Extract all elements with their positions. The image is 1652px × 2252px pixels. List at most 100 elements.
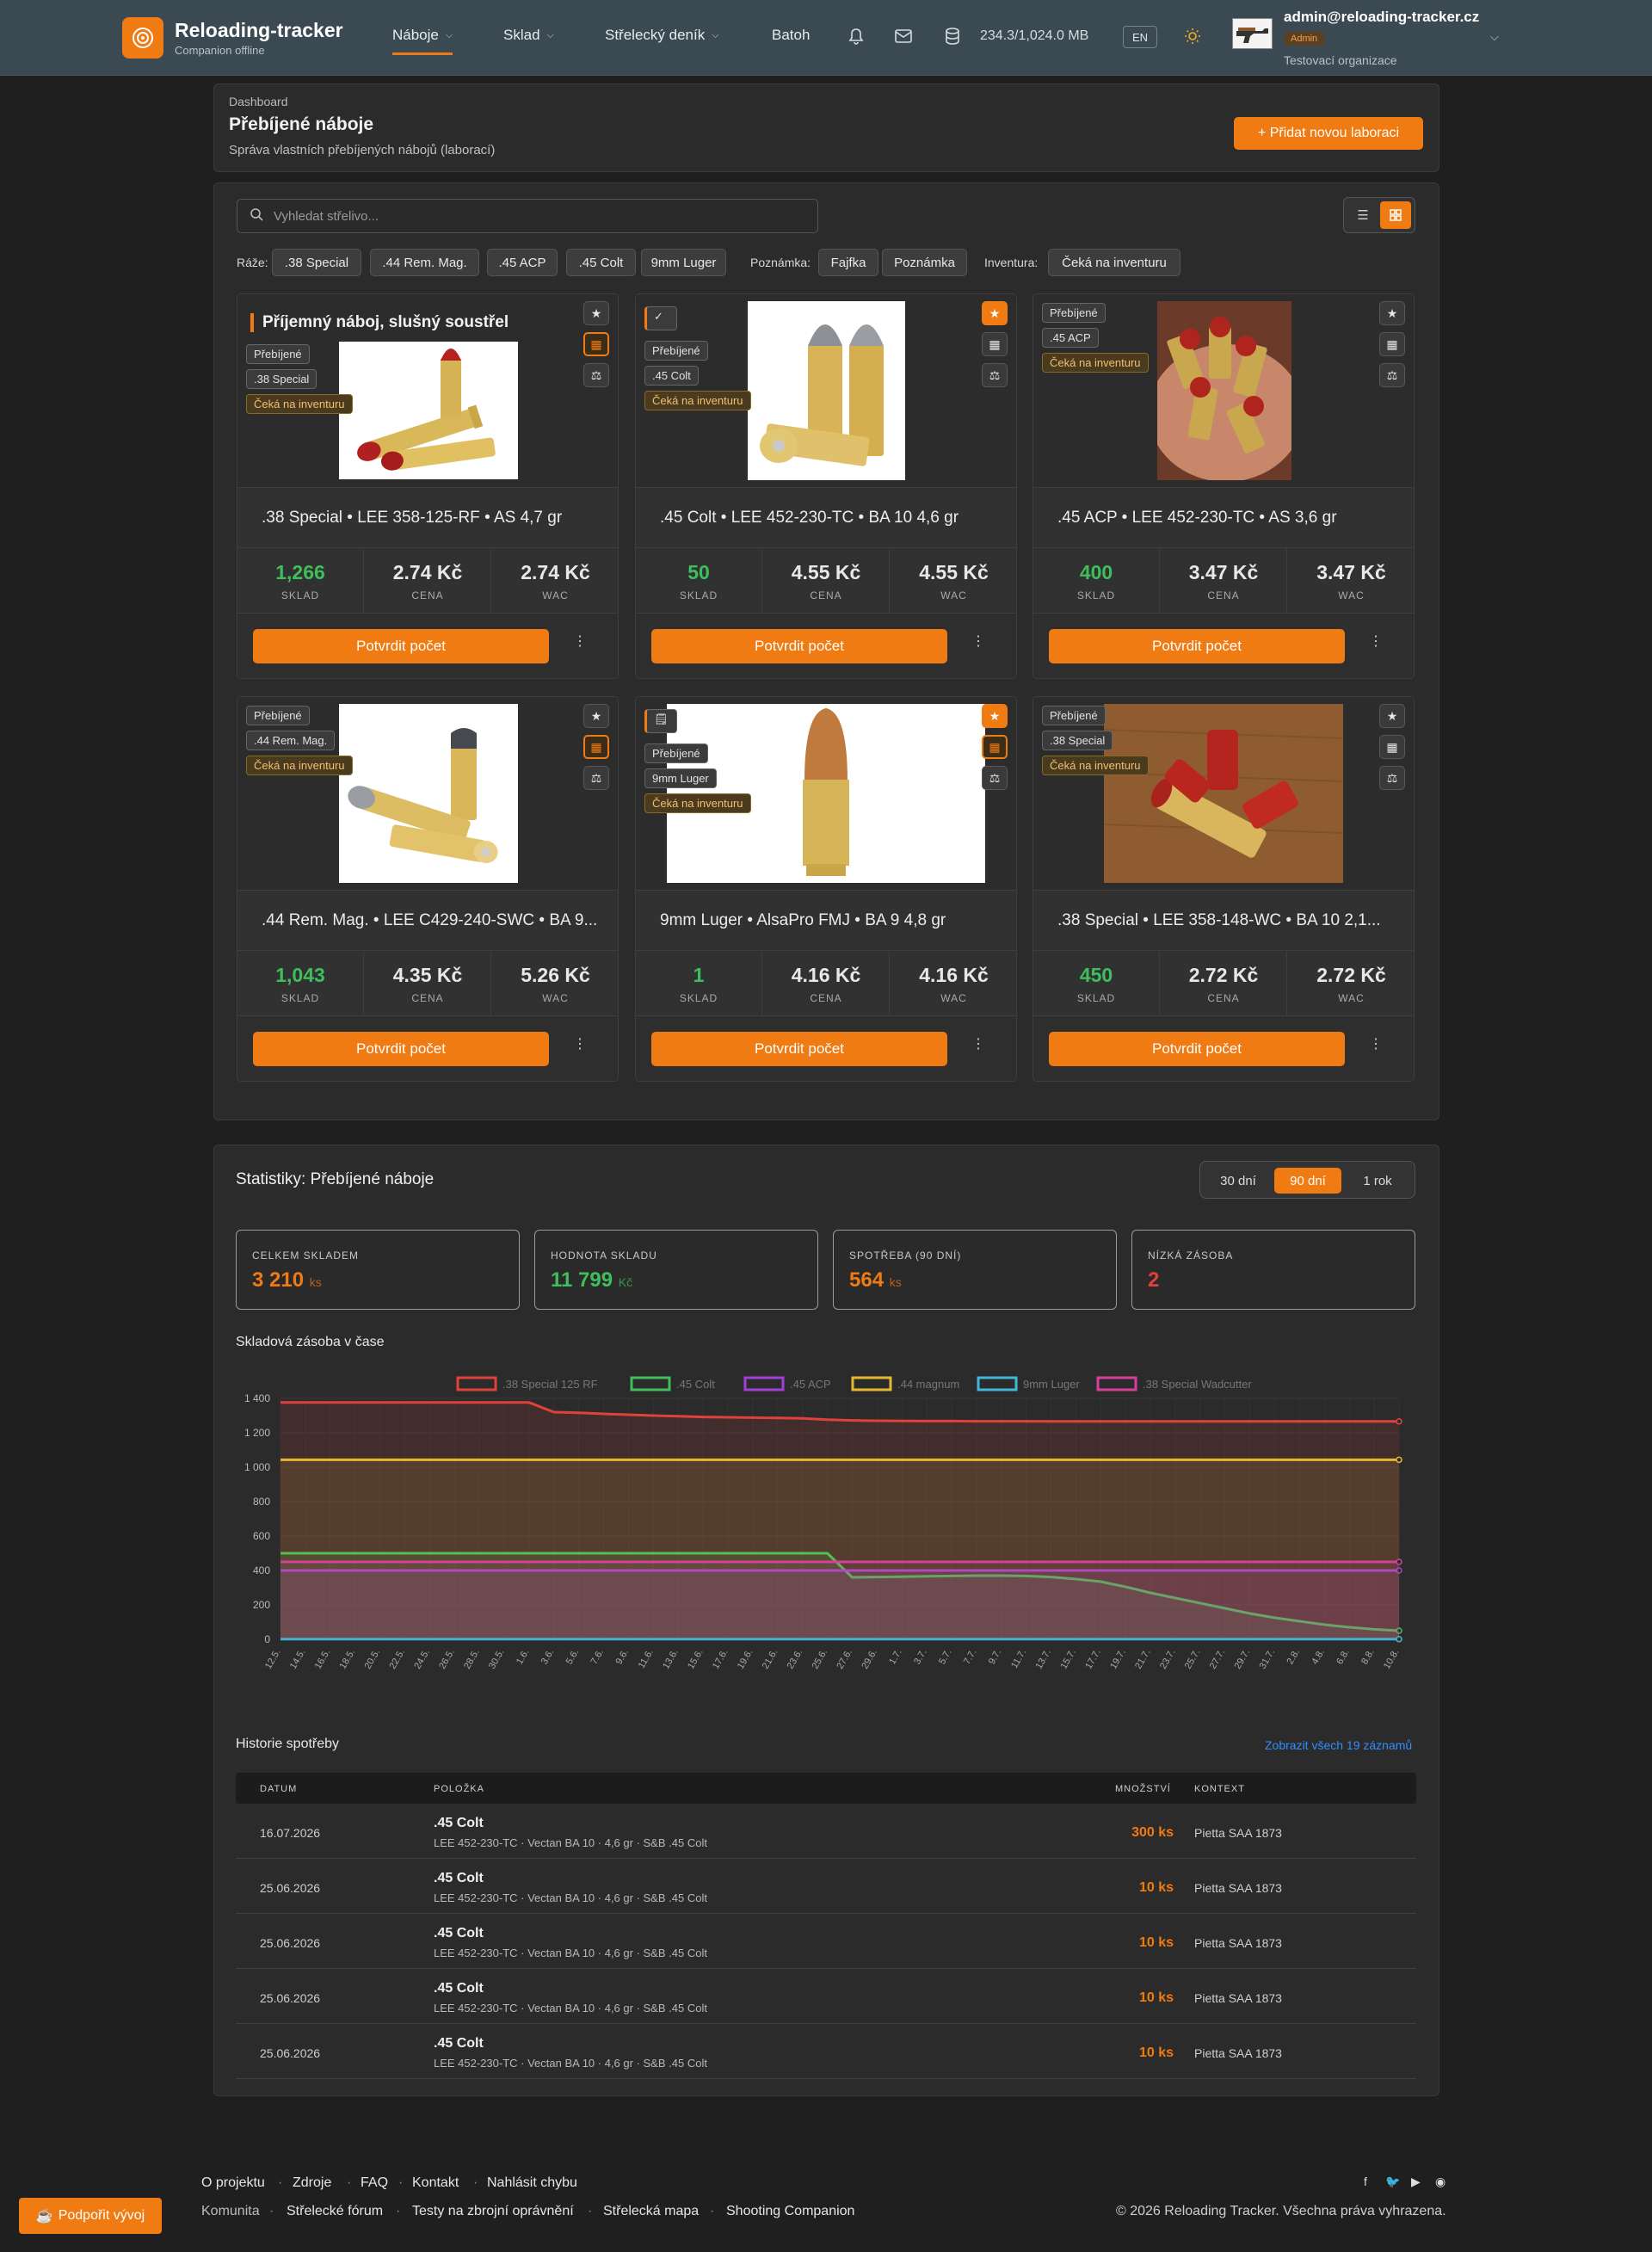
qr-code-icon[interactable]: ▦	[982, 735, 1008, 759]
footer-link-contact[interactable]: Kontakt	[412, 2175, 459, 2191]
table-row[interactable]: 25.06.2026 .45 Colt LEE 452-230-TC · Vec…	[236, 1859, 1416, 1914]
show-all-records-link[interactable]: Zobrazit všech 19 záznamů	[1265, 1738, 1412, 1752]
scale-icon[interactable]: ⚖	[1379, 363, 1405, 387]
table-row[interactable]: 25.06.2026 .45 Colt LEE 452-230-TC · Vec…	[236, 2024, 1416, 2079]
stock-label: SKLAD	[679, 992, 718, 1004]
confirm-count-button[interactable]: Potvrdit počet	[651, 1032, 947, 1066]
ammo-card[interactable]: Přebíjené .38 Special Čeká na inventuru …	[1032, 696, 1415, 1082]
avatar[interactable]	[1232, 18, 1273, 49]
star-icon[interactable]: ★	[1379, 301, 1405, 325]
footer-link-report-bug[interactable]: Nahlásit chybu	[487, 2175, 577, 2191]
confirm-count-button[interactable]: Potvrdit počet	[1049, 1032, 1345, 1066]
search-input[interactable]: Vyhledat střelivo...	[237, 199, 818, 233]
footer-separator: ·	[278, 2175, 283, 2190]
qr-code-icon[interactable]: ▦	[583, 332, 609, 356]
range-90-days[interactable]: 90 dní	[1274, 1168, 1341, 1194]
qr-code-icon[interactable]: ▦	[583, 735, 609, 759]
row-context: Pietta SAA 1873	[1194, 1826, 1282, 1840]
chevron-down-icon[interactable]: ⌵	[1490, 30, 1499, 44]
mail-icon[interactable]	[893, 26, 914, 46]
footer-link-shooting-companion[interactable]: Shooting Companion	[726, 2204, 854, 2219]
star-icon[interactable]: ★	[982, 704, 1008, 728]
breadcrumb[interactable]: Dashboard	[229, 95, 288, 108]
more-options-icon[interactable]: ⋮	[1369, 632, 1383, 650]
star-icon[interactable]: ★	[982, 301, 1008, 325]
ammo-card[interactable]: Příjemný náboj, slušný soustřel Přebíjen…	[237, 293, 619, 679]
ammo-card[interactable]: Přebíjené .44 Rem. Mag. Čeká na inventur…	[237, 696, 619, 1082]
qr-code-icon[interactable]: ▦	[1379, 735, 1405, 759]
footer-link-sources[interactable]: Zdroje	[293, 2175, 331, 2191]
chevron-down-icon: ⌵	[712, 29, 719, 40]
wac-stat: 2.72 Kč WAC	[1288, 952, 1414, 1015]
footer-link-community[interactable]: Komunita	[201, 2204, 260, 2219]
qr-code-icon[interactable]: ▦	[982, 332, 1008, 356]
x-tick-label: 31.7.	[1258, 1648, 1278, 1671]
scale-icon[interactable]: ⚖	[1379, 766, 1405, 790]
more-options-icon[interactable]: ⋮	[573, 1035, 587, 1052]
grid-view-icon[interactable]	[1380, 201, 1411, 229]
list-view-icon[interactable]: ☰	[1347, 201, 1378, 229]
ammo-card[interactable]: 🗒 Přebíjené 9mm Luger Čeká na inventuru …	[635, 696, 1017, 1082]
legend-label: .45 Colt	[676, 1378, 715, 1391]
filter-chip-44-rem-mag[interactable]: .44 Rem. Mag.	[370, 249, 479, 276]
confirm-count-button[interactable]: Potvrdit počet	[253, 629, 549, 663]
star-icon[interactable]: ★	[583, 301, 609, 325]
confirm-count-button[interactable]: Potvrdit počet	[651, 629, 947, 663]
support-development-button[interactable]: ☕ Podpořit vývoj	[19, 2198, 162, 2234]
star-icon[interactable]: ★	[1379, 704, 1405, 728]
user-email[interactable]: admin@reloading-tracker.cz	[1284, 9, 1479, 26]
qr-code-icon[interactable]: ▦	[1379, 332, 1405, 356]
wac-value: 2.74 Kč	[521, 561, 590, 583]
price-label: CENA	[411, 992, 444, 1004]
facebook-icon[interactable]: f	[1364, 2175, 1367, 2188]
scale-icon[interactable]: ⚖	[982, 766, 1008, 790]
nav-sklad[interactable]: Sklad ⌵	[503, 27, 554, 44]
confirm-count-button[interactable]: Potvrdit počet	[1049, 629, 1345, 663]
scale-icon[interactable]: ⚖	[583, 766, 609, 790]
footer-link-map[interactable]: Střelecká mapa	[603, 2204, 699, 2219]
more-options-icon[interactable]: ⋮	[1369, 1035, 1383, 1052]
reddit-icon[interactable]: ◉	[1435, 2175, 1446, 2189]
ammo-card[interactable]: ✓ Přebíjené .45 Colt Čeká na inventuru ★…	[635, 293, 1017, 679]
sun-icon[interactable]	[1182, 26, 1203, 46]
add-laboration-button[interactable]: + Přidat novou laboraci	[1234, 117, 1423, 150]
table-row[interactable]: 25.06.2026 .45 Colt LEE 452-230-TC · Vec…	[236, 1969, 1416, 2024]
range-1-year[interactable]: 1 rok	[1347, 1168, 1409, 1194]
caliber-badge: .45 Colt	[644, 366, 699, 386]
range-30-days[interactable]: 30 dní	[1207, 1168, 1269, 1194]
filter-chip-45-acp[interactable]: .45 ACP	[487, 249, 558, 276]
ammo-card[interactable]: Přebíjené .45 ACP Čeká na inventuru ★ ▦ …	[1032, 293, 1415, 679]
filter-chip-9mm-luger[interactable]: 9mm Luger	[641, 249, 726, 276]
table-row[interactable]: 25.06.2026 .45 Colt LEE 452-230-TC · Vec…	[236, 1914, 1416, 1969]
more-options-icon[interactable]: ⋮	[971, 632, 985, 650]
filter-chip-38-special[interactable]: .38 Special	[272, 249, 361, 276]
filter-chip-45-colt[interactable]: .45 Colt	[566, 249, 636, 276]
database-icon	[942, 26, 963, 46]
youtube-icon[interactable]: ▶	[1411, 2175, 1421, 2189]
bell-icon[interactable]	[846, 26, 866, 46]
legend-label: 9mm Luger	[1023, 1378, 1080, 1391]
footer-link-tests[interactable]: Testy na zbrojní oprávnění	[412, 2204, 574, 2219]
table-row[interactable]: 16.07.2026 .45 Colt LEE 452-230-TC · Vec…	[236, 1804, 1416, 1859]
scale-icon[interactable]: ⚖	[982, 363, 1008, 387]
filter-chip-fajfka[interactable]: Fajfka	[818, 249, 878, 276]
footer-link-forum[interactable]: Střelecké fórum	[287, 2204, 383, 2219]
filter-chip-pending-inventory[interactable]: Čeká na inventuru	[1048, 249, 1180, 276]
scale-icon[interactable]: ⚖	[583, 363, 609, 387]
nav-batoh[interactable]: Batoh	[772, 27, 810, 44]
card-footer: Potvrdit počet ⋮	[636, 1015, 1016, 1081]
brand-name[interactable]: Reloading-tracker	[175, 19, 343, 42]
filter-chip-poznamka[interactable]: Poznámka	[882, 249, 967, 276]
more-options-icon[interactable]: ⋮	[573, 632, 587, 650]
chart-title: Skladová zásoba v čase	[236, 1335, 385, 1349]
twitter-icon[interactable]: 🐦	[1385, 2175, 1400, 2189]
footer-link-about[interactable]: O projektu	[201, 2175, 265, 2191]
footer-link-faq[interactable]: FAQ	[361, 2175, 388, 2191]
nav-strelecky-denik[interactable]: Střelecký deník ⌵	[605, 27, 719, 44]
language-switch[interactable]: EN	[1123, 26, 1157, 48]
logo-icon[interactable]	[122, 17, 163, 59]
confirm-count-button[interactable]: Potvrdit počet	[253, 1032, 549, 1066]
nav-naboje[interactable]: Náboje ⌵	[392, 27, 453, 55]
more-options-icon[interactable]: ⋮	[971, 1035, 985, 1052]
star-icon[interactable]: ★	[583, 704, 609, 728]
